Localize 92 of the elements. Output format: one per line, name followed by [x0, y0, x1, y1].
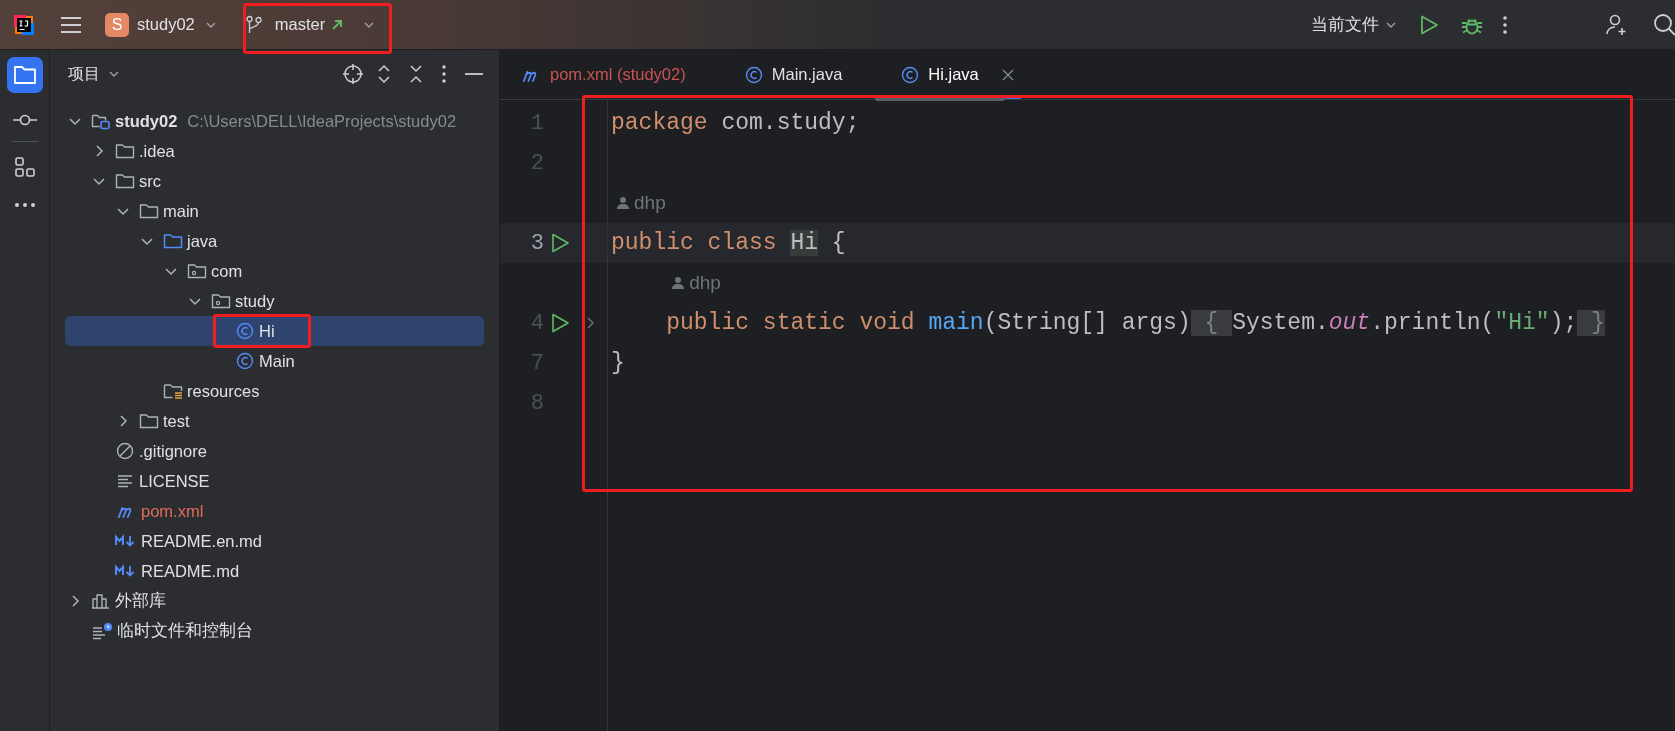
tree-item-label: test — [163, 411, 190, 431]
folder-icon — [139, 412, 159, 430]
text-lines-icon — [115, 472, 135, 490]
menu-icon[interactable] — [59, 14, 83, 35]
more-options-icon[interactable] — [441, 64, 447, 84]
app-logo-icon[interactable] — [13, 13, 35, 36]
tree-item[interactable]: LICENSE — [65, 466, 484, 496]
tree-item-label: resources — [187, 381, 260, 401]
tree-item[interactable]: Hi — [65, 316, 484, 346]
add-user-icon[interactable] — [1605, 12, 1629, 37]
expand-all-icon[interactable] — [376, 63, 392, 85]
tree-item[interactable]: 外部库 — [65, 586, 484, 616]
line-number: 3 — [529, 230, 544, 256]
tree-item[interactable]: 临时文件和控制台 — [65, 616, 484, 646]
class-icon — [900, 65, 921, 84]
tree-item-label: study — [235, 291, 275, 311]
locate-icon[interactable] — [342, 63, 364, 85]
editor-tab[interactable]: pom.xml (study02) — [514, 50, 692, 99]
tree-item-label: java — [187, 231, 218, 251]
folder-icon — [12, 64, 37, 86]
branch-selector[interactable]: master — [238, 10, 384, 39]
class-icon — [235, 322, 255, 340]
library-icon — [91, 592, 111, 610]
tree-item[interactable]: .gitignore — [65, 436, 484, 466]
project-selector[interactable]: S study02 — [99, 8, 225, 41]
class-icon — [743, 65, 764, 84]
close-icon[interactable] — [1000, 67, 1015, 82]
folder-icon — [115, 172, 135, 190]
tree-item-label: 外部库 — [115, 590, 166, 611]
minimize-icon[interactable] — [465, 72, 483, 76]
prohibited-icon — [115, 442, 135, 460]
tree-item[interactable]: .idea — [65, 136, 484, 166]
package-folder-icon — [211, 292, 231, 310]
tree-item[interactable]: README.md — [65, 556, 484, 586]
run-configuration-selector[interactable]: 当前文件 — [1305, 9, 1405, 40]
branch-icon — [244, 14, 263, 35]
editor-tab[interactable]: Main.java — [737, 50, 849, 99]
folder-icon — [139, 202, 159, 220]
resources-folder-icon — [163, 382, 183, 400]
tree-item-label: Main — [259, 351, 295, 371]
tree-item[interactable]: study02 C:\Users\DELL\IdeaProjects\study02 — [65, 106, 484, 136]
tree-item[interactable]: test — [65, 406, 484, 436]
run-icon[interactable] — [549, 312, 570, 334]
tree-item[interactable]: resources — [65, 376, 484, 406]
tree-item[interactable]: study — [65, 286, 484, 316]
tree-item-label: README.en.md — [141, 531, 263, 551]
collapse-all-icon[interactable] — [408, 63, 424, 85]
more-options-icon[interactable] — [1501, 13, 1509, 36]
tree-item-label: Hi — [259, 321, 275, 341]
person-icon — [671, 276, 686, 290]
tree-item-label: main — [163, 201, 199, 221]
tree-item[interactable]: README.en.md — [65, 526, 484, 556]
project-initial: S — [105, 12, 129, 37]
more-icon[interactable] — [13, 202, 36, 208]
commit-icon[interactable] — [11, 113, 38, 127]
run-icon[interactable] — [1419, 13, 1439, 36]
search-icon[interactable] — [1653, 12, 1675, 37]
project-tool-button[interactable] — [6, 57, 43, 93]
tree-item-label: com — [211, 261, 243, 281]
tree-item[interactable]: java — [65, 226, 484, 256]
tree-item[interactable]: main — [65, 196, 484, 226]
class-icon — [235, 352, 255, 370]
tree-item-label: .idea — [139, 141, 175, 161]
author-name: dhp — [689, 272, 721, 294]
package-folder-icon — [187, 262, 207, 280]
person-icon — [616, 196, 630, 210]
tree-item-label: 临时文件和控制台 — [117, 620, 253, 641]
tree-item-label: README.md — [141, 561, 240, 581]
project-path: C:\Users\DELL\IdeaProjects\study02 — [187, 111, 457, 131]
code-line: public static void main(String[] args) { System.out.println("Hi"); } — [665, 310, 1605, 336]
folder-icon — [163, 232, 183, 250]
tree-item-label: pom.xml — [141, 501, 204, 521]
code-line: package com.study; — [610, 110, 860, 136]
tree-item[interactable]: Main — [65, 346, 484, 376]
code-line: public class Hi { — [610, 230, 846, 256]
tree-item-label: .gitignore — [139, 441, 207, 461]
tree-item-label: src — [139, 171, 161, 191]
project-view-selector[interactable]: 项目 — [64, 61, 126, 87]
tree-item-label: study02 — [115, 111, 178, 131]
tree-item[interactable]: com — [65, 256, 484, 286]
tree-item-label: LICENSE — [139, 471, 210, 491]
author-name: dhp — [634, 192, 666, 214]
scratch-console-icon — [91, 622, 113, 640]
tree-item[interactable]: src — [65, 166, 484, 196]
module-folder-icon — [91, 112, 111, 130]
structure-icon[interactable] — [13, 156, 36, 178]
run-icon[interactable] — [549, 232, 570, 254]
outgoing-arrow-icon — [331, 18, 344, 31]
tree-item[interactable]: pom.xml — [65, 496, 484, 526]
folder-icon — [115, 142, 135, 160]
scrollbar-thumb[interactable] — [875, 96, 1005, 101]
code-line: } — [610, 350, 625, 376]
